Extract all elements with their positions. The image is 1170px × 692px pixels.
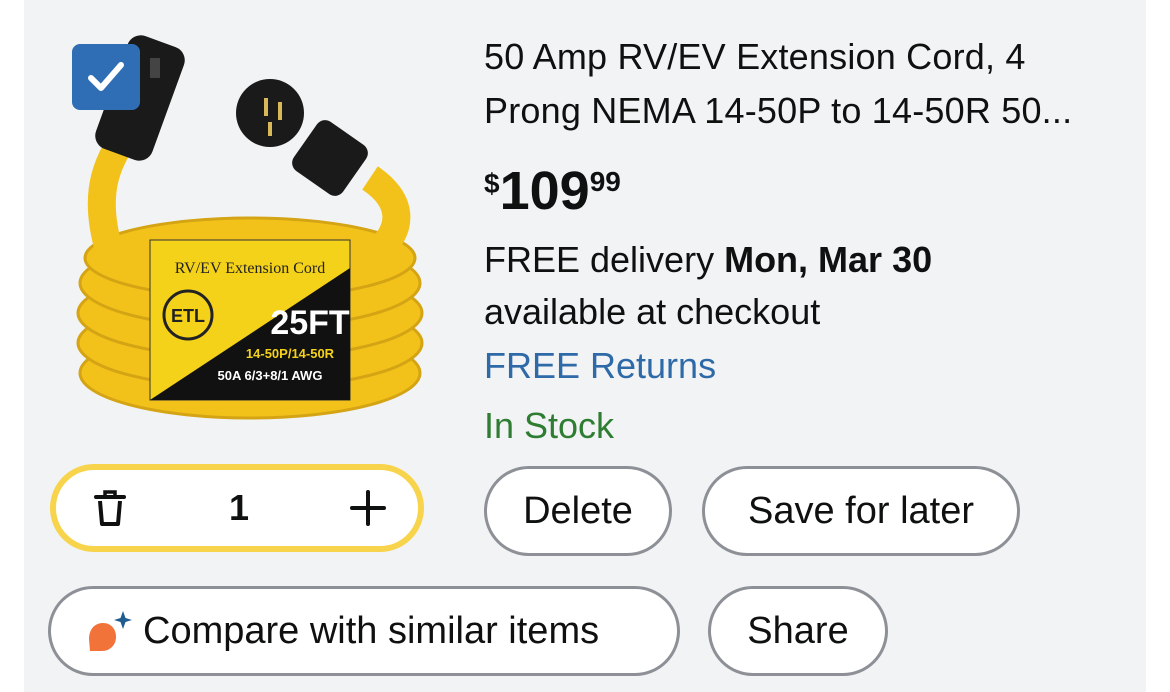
quantity-value: 1	[228, 487, 250, 528]
label-spec-plug: 14-50P/14-50R	[246, 346, 335, 361]
delivery-date: Mon, Mar 30	[724, 239, 933, 280]
delivery-info: FREE delivery Mon, Mar 30 available at c…	[484, 234, 1124, 338]
plus-icon[interactable]	[348, 488, 388, 528]
product-title[interactable]: 50 Amp RV/EV Extension Cord, 4 Prong NEM…	[484, 30, 1124, 138]
share-button[interactable]: Share	[708, 586, 888, 676]
delete-button-label: Delete	[523, 489, 633, 532]
share-button-label: Share	[747, 609, 849, 652]
save-for-later-button[interactable]: Save for later	[702, 466, 1020, 556]
quantity-stepper: 1	[50, 464, 424, 552]
label-title: RV/EV Extension Cord	[175, 260, 325, 277]
price-fraction: 99	[589, 166, 621, 197]
select-item-checkbox[interactable]	[72, 44, 140, 110]
label-spec-gauge: 50A 6/3+8/1 AWG	[218, 368, 323, 383]
price-whole: 109	[499, 161, 590, 221]
free-returns-link[interactable]: FREE Returns	[484, 340, 716, 392]
delivery-suffix: available at checkout	[484, 291, 821, 332]
label-length: 25FT	[270, 304, 350, 342]
product-price: $ 109 99	[484, 158, 621, 224]
page-margin	[1146, 0, 1170, 692]
compare-similar-button[interactable]: Compare with similar items	[48, 586, 680, 676]
etl-badge-text: ETL	[171, 306, 205, 326]
stock-status: In Stock	[484, 405, 615, 446]
trash-icon[interactable]	[90, 488, 130, 528]
price-currency: $	[484, 168, 500, 199]
compare-sparkle-icon	[85, 609, 132, 653]
delete-button[interactable]: Delete	[484, 466, 672, 556]
delivery-prefix: FREE delivery	[484, 239, 725, 280]
save-for-later-label: Save for later	[748, 489, 974, 532]
compare-similar-label: Compare with similar items	[143, 609, 600, 652]
checkmark-icon	[88, 62, 124, 91]
